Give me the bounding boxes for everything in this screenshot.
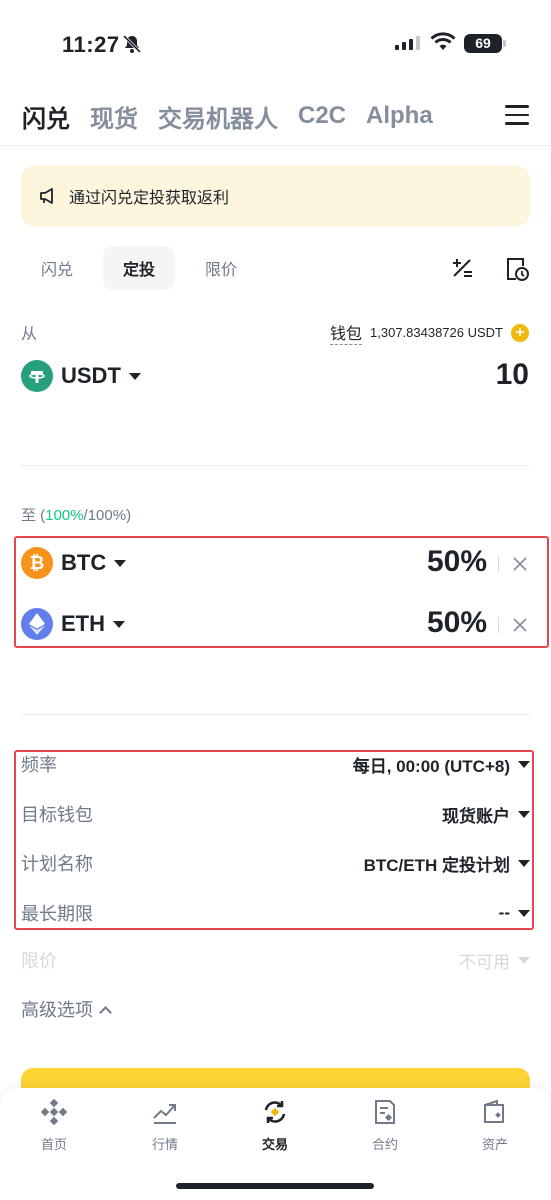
subtab-limit[interactable]: 限价 (185, 246, 257, 290)
limit-price-label: 限价 (21, 951, 57, 971)
chevron-up-icon (99, 1005, 112, 1019)
wallet-icon (484, 1099, 504, 1123)
divider (498, 617, 499, 633)
max-duration-row[interactable]: 最长期限 -- (21, 899, 530, 927)
from-label: 从 (21, 326, 38, 343)
wallet-balance-value: 1,307.83438726 USDT (370, 325, 503, 340)
chevron-down-icon (113, 620, 125, 628)
max-duration-label: 最长期限 (21, 904, 93, 924)
close-icon[interactable] (512, 556, 528, 572)
to-coin-name: ETH (61, 611, 105, 636)
battery-icon: 69 (464, 34, 502, 53)
nav-label: 行情 (151, 1137, 178, 1152)
ethereum-icon (21, 608, 53, 640)
divider (21, 465, 530, 466)
bitcoin-icon: ₿ (21, 547, 53, 579)
status-bar: 11:27 69 (0, 0, 551, 80)
btc-percent[interactable]: 50% (427, 545, 487, 579)
wallet-label[interactable]: 钱包 (330, 320, 363, 345)
binance-logo-icon (40, 1098, 68, 1126)
plus-minus-icon[interactable] (450, 256, 474, 280)
wifi-icon (430, 32, 456, 50)
to-label-suffix: /100%) (83, 507, 132, 524)
nav-label: 资产 (481, 1137, 508, 1152)
nav-futures[interactable]: 合约 (345, 1098, 425, 1153)
frequency-label: 频率 (21, 755, 57, 775)
banner-text: 通过闪兑定投获取返利 (69, 190, 230, 207)
chevron-down-icon (128, 372, 141, 380)
chart-line-icon (153, 1104, 176, 1124)
close-icon[interactable] (512, 617, 528, 633)
eth-percent[interactable]: 50% (427, 606, 487, 640)
chevron-down-icon (114, 559, 127, 567)
subtab-recurring[interactable]: 定投 (103, 246, 176, 290)
from-amount[interactable]: 10 (496, 358, 529, 392)
limit-price-row: 限价 不可用 (21, 946, 530, 974)
promo-banner[interactable]: 通过闪兑定投获取返利 (21, 166, 530, 226)
from-coin-name: USDT (61, 363, 121, 388)
to-coin-selector-btc[interactable]: ₿ BTC (21, 547, 127, 579)
nav-label: 合约 (371, 1137, 398, 1152)
wallet-balance: 钱包 1,307.83438726 USDT + (330, 320, 529, 345)
target-wallet-row[interactable]: 目标钱包 现货账户 (21, 800, 530, 828)
trade-swap-icon (264, 1101, 286, 1123)
to-coin-name: BTC (61, 550, 107, 575)
subtab-convert[interactable]: 闪兑 (21, 246, 93, 290)
advanced-options-toggle[interactable]: 高级选项 (21, 996, 112, 1022)
to-label: 至 (100%/100%) (21, 504, 131, 525)
tab-alpha[interactable]: Alpha (366, 102, 433, 130)
nav-assets[interactable]: 资产 (455, 1098, 535, 1153)
tab-spot[interactable]: 现货 (90, 99, 138, 134)
bell-muted-icon (122, 34, 142, 54)
nav-trade[interactable]: 交易 (235, 1098, 315, 1153)
tab-convert[interactable]: 闪兑 (22, 99, 70, 134)
battery-cap (503, 40, 506, 47)
plan-name-row[interactable]: 计划名称 BTC/ETH 定投计划 (21, 849, 530, 877)
futures-icon (375, 1100, 395, 1124)
hamburger-menu-icon[interactable] (505, 105, 529, 125)
divider (498, 556, 499, 572)
chevron-down-icon (518, 859, 530, 867)
from-coin-selector[interactable]: USDT (21, 360, 141, 392)
divider (0, 145, 551, 146)
chevron-down-icon (518, 909, 530, 917)
target-wallet-label: 目标钱包 (21, 805, 93, 825)
home-indicator (176, 1183, 374, 1189)
tab-trading-bots[interactable]: 交易机器人 (158, 99, 278, 134)
target-wallet-value: 现货账户 (442, 802, 530, 827)
add-funds-icon[interactable]: + (511, 323, 529, 342)
tab-c2c[interactable]: C2C (298, 102, 346, 130)
to-label-prefix: 至 ( (21, 507, 46, 524)
tether-icon (21, 360, 53, 392)
status-time: 11:27 (62, 32, 120, 57)
to-allocated: 100% (45, 507, 84, 524)
advanced-options-label: 高级选项 (21, 1000, 93, 1020)
nav-home[interactable]: 首页 (14, 1098, 94, 1153)
divider (21, 714, 530, 715)
plan-name-label: 计划名称 (21, 854, 93, 874)
chevron-down-icon (518, 956, 530, 964)
chevron-down-icon (518, 760, 530, 768)
nav-markets[interactable]: 行情 (125, 1098, 205, 1153)
chevron-down-icon (518, 810, 530, 818)
to-coin-selector-eth[interactable]: ETH (21, 608, 125, 640)
max-duration-value: -- (499, 903, 530, 923)
sub-tabs: 闪兑 定投 限价 (21, 246, 257, 290)
nav-label: 首页 (40, 1137, 67, 1152)
history-icon[interactable] (505, 256, 529, 282)
megaphone-icon (40, 188, 53, 204)
signal-icon (395, 36, 420, 50)
plan-name-value: BTC/ETH 定投计划 (364, 851, 530, 876)
limit-price-value: 不可用 (459, 948, 530, 973)
top-nav: 闪兑 现货 交易机器人 C2C Alpha (22, 98, 433, 134)
nav-label: 交易 (261, 1137, 288, 1152)
frequency-row[interactable]: 频率 每日, 00:00 (UTC+8) (21, 750, 530, 778)
frequency-value: 每日, 00:00 (UTC+8) (353, 752, 530, 777)
